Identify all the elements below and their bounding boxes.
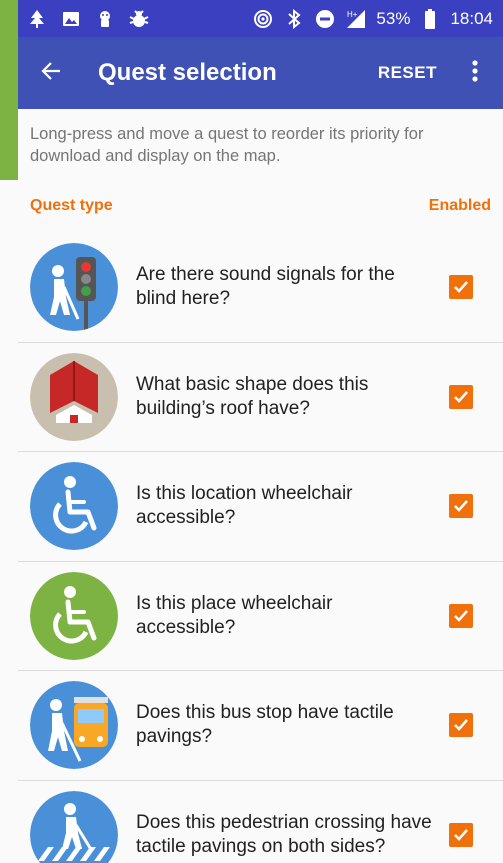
battery-percent: 53% [376, 8, 411, 28]
quest-enabled-checkbox[interactable] [449, 823, 473, 848]
quest-enabled-checkbox[interactable] [449, 384, 473, 409]
wheelchair-blue-icon [30, 462, 118, 551]
quest-row[interactable]: Is this location wheelchair accessible? [18, 452, 503, 562]
quest-enabled-checkbox[interactable] [449, 713, 473, 738]
check-icon [454, 281, 468, 294]
wheelchair-green-icon [30, 571, 118, 660]
check-icon [454, 829, 468, 842]
quest-title: Does this bus stop have tactile pavings? [136, 702, 394, 748]
quest-row[interactable]: Does this bus stop have tactile pavings? [18, 671, 503, 781]
crossing-blind-icon [30, 791, 118, 863]
clock: 18:04 [450, 8, 493, 28]
quest-selection-content: Long-press and move a quest to reorder i… [18, 109, 503, 863]
arrow-left-icon [40, 60, 62, 87]
signal-icon: H+ [345, 8, 367, 30]
quest-enabled-checkbox[interactable] [449, 494, 473, 519]
quest-title: Does this pedestrian crossing have tacti… [136, 812, 432, 858]
page-title: Quest selection [98, 59, 277, 86]
check-icon [454, 719, 468, 732]
app-toolbar: Quest selection RESET [18, 37, 503, 109]
battery-icon [419, 8, 441, 30]
android-icon [94, 8, 116, 30]
tree-icon [26, 8, 48, 30]
hotspot-icon [252, 8, 274, 30]
quest-title: What basic shape does this building’s ro… [136, 373, 369, 419]
quest-type-header: Quest type [30, 197, 113, 214]
back-button[interactable] [22, 37, 80, 109]
quest-row[interactable]: Does this pedestrian crossing have tacti… [18, 781, 503, 863]
roof-shape-icon [30, 352, 118, 441]
reset-button[interactable]: RESET [378, 63, 437, 83]
list-header: Quest type Enabled [18, 197, 503, 233]
hint-text: Long-press and move a quest to reorder i… [30, 125, 424, 165]
more-options-button[interactable] [463, 37, 487, 109]
quest-title: Are there sound signals for the blind he… [136, 264, 395, 310]
bus-stop-blind-icon [30, 681, 118, 770]
svg-text:H+: H+ [347, 10, 358, 19]
check-icon [454, 390, 468, 403]
image-icon [60, 8, 82, 30]
quest-row[interactable]: Are there sound signals for the blind he… [18, 233, 503, 343]
status-bar: H+ 53% 18:04 [18, 0, 503, 37]
traffic-signal-blind-icon [30, 243, 118, 332]
quest-row[interactable]: What basic shape does this building’s ro… [18, 343, 503, 452]
quest-row[interactable]: Is this place wheelchair accessible? [18, 562, 503, 671]
check-icon [454, 500, 468, 513]
quest-enabled-checkbox[interactable] [449, 603, 473, 628]
enabled-header: Enabled [428, 197, 491, 214]
quest-title: Is this location wheelchair accessible? [136, 483, 353, 529]
quest-enabled-checkbox[interactable] [449, 275, 473, 300]
background-strip [0, 0, 18, 180]
quest-title: Is this place wheelchair accessible? [136, 592, 333, 638]
bluetooth-icon [283, 8, 305, 30]
more-vert-icon [472, 59, 478, 87]
bug-icon [128, 8, 150, 30]
do-not-disturb-icon [314, 8, 336, 30]
check-icon [454, 609, 468, 622]
